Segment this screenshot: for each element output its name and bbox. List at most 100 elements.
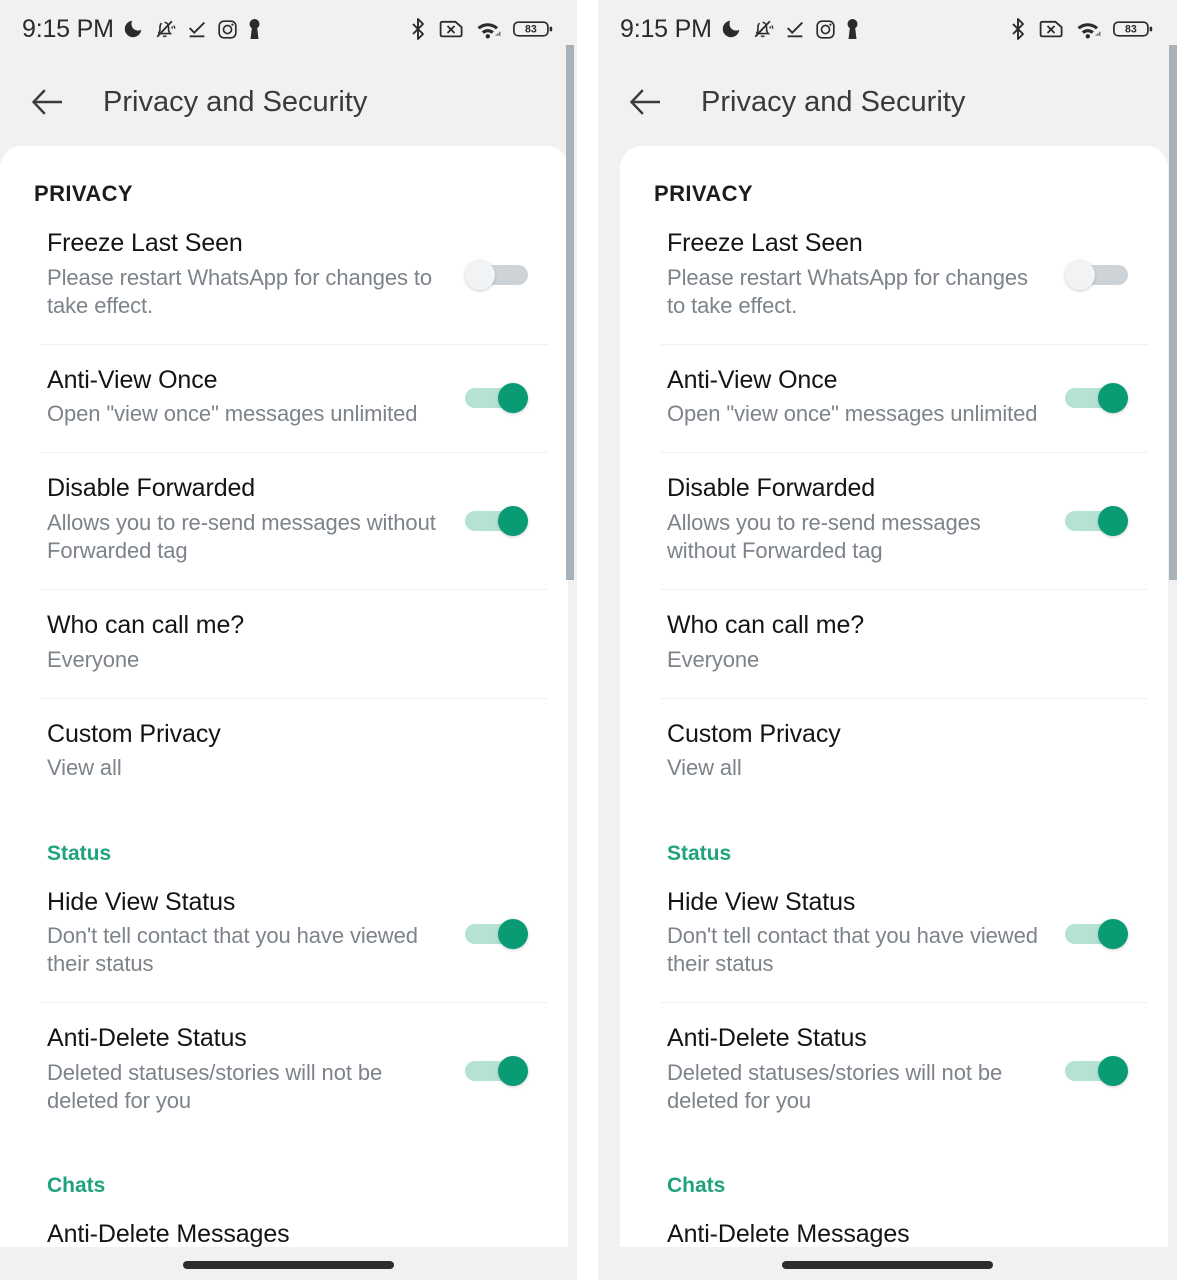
groups-container: Status Hide View Status Don't tell contact… — [620, 807, 1168, 1247]
settings-row[interactable]: Hide View Status Don't tell contact that … — [620, 866, 1168, 1003]
settings-row-subtitle: Deleted statuses/stories will not be del… — [667, 1059, 1003, 1114]
groups-container: Status Hide View Status Don't tell contact… — [0, 807, 568, 1247]
instagram-icon — [218, 19, 237, 39]
wifi-icon — [477, 23, 501, 39]
settings-row-title: Anti-Delete Messages — [667, 1220, 910, 1247]
system-navigation-bar — [598, 1247, 1177, 1280]
privacy-rows-container: Freeze Last Seen Please restart WhatsApp … — [620, 207, 1168, 807]
mute-bell-icon — [156, 20, 176, 38]
back-arrow-icon — [31, 89, 62, 115]
check-download-icon — [786, 21, 803, 38]
status-bar-clock: 9:15 PM — [620, 14, 712, 43]
settings-row-title: Disable Forwarded — [667, 474, 876, 503]
settings-row-toggle[interactable] — [465, 1055, 528, 1086]
settings-row-title: Freeze Last Seen — [667, 229, 863, 257]
settings-row-text: Hide View Status Don't tell contact that … — [47, 866, 453, 1003]
battery-icon: 83 — [513, 21, 553, 37]
settings-row-title: Custom Privacy — [47, 719, 221, 748]
vertical-scrollbar[interactable] — [566, 45, 574, 580]
home-indicator[interactable] — [183, 1261, 394, 1269]
status-bar: 9:15 PM 83 — [0, 0, 577, 58]
settings-row[interactable]: Anti-Delete MessagesOther people cannot … — [0, 1198, 568, 1247]
settings-row-text: Who can call me? Everyone — [667, 589, 1053, 698]
screenshot-separator — [577, 0, 598, 1280]
settings-row-text: Anti-Delete MessagesOther people cannot … — [667, 1198, 1053, 1247]
toggle-knob — [498, 383, 528, 414]
settings-row[interactable]: Hide View Status Don't tell contact that … — [0, 866, 568, 1003]
status-bar-right: 83 — [409, 17, 555, 41]
settings-row-toggle[interactable] — [465, 260, 528, 291]
settings-row[interactable]: Freeze Last Seen Please restart WhatsApp … — [620, 207, 1168, 344]
battery-icon: 83 — [1113, 21, 1153, 37]
back-arrow-icon — [629, 89, 660, 115]
settings-row-subtitle: Don't tell contact that you have viewed … — [667, 923, 1038, 977]
settings-row-text: Hide View Status Don't tell contact that … — [667, 866, 1053, 1003]
dnd-moon-icon — [722, 20, 739, 38]
settings-row[interactable]: Anti-Delete Status Deleted statuses/stori… — [0, 1002, 568, 1139]
back-button[interactable] — [622, 78, 670, 126]
mute-bell-icon — [754, 20, 774, 38]
settings-card: PRIVACY Freeze Last Seen Please restart W… — [0, 146, 568, 1247]
settings-row-title: Anti-Delete Status — [47, 1024, 247, 1053]
settings-row-text: Anti-Delete MessagesOther people cannot … — [47, 1198, 453, 1247]
settings-row[interactable]: Anti-Delete MessagesOther people cannot … — [620, 1198, 1168, 1247]
section-header-privacy: PRIVACY — [654, 181, 753, 206]
wifi-icon — [1077, 23, 1101, 39]
settings-row-toggle[interactable] — [1065, 1055, 1128, 1086]
settings-row-text: Freeze Last Seen Please restart WhatsApp … — [47, 207, 453, 344]
instagram-icon — [816, 19, 835, 39]
status-bar-left: 9:15 PM — [620, 15, 860, 44]
toggle-knob — [1098, 505, 1128, 536]
group-header-chats: Chats — [47, 1174, 106, 1198]
settings-row-text: Freeze Last Seen Please restart WhatsApp … — [667, 207, 1053, 344]
settings-row-title: Custom Privacy — [667, 719, 841, 748]
bluetooth-icon — [412, 18, 424, 40]
group-header-chats: Chats — [667, 1174, 726, 1198]
settings-row-title: Anti-Delete Status — [667, 1024, 867, 1053]
settings-row[interactable]: Who can call me? Everyone — [620, 589, 1168, 698]
settings-row[interactable]: Anti-View Once Open "view once" messages … — [620, 343, 1168, 453]
settings-row-toggle[interactable] — [1065, 383, 1128, 414]
toggle-knob — [498, 505, 528, 536]
settings-row-toggle[interactable] — [1065, 260, 1128, 291]
system-navigation-bar — [0, 1247, 577, 1280]
home-indicator[interactable] — [782, 1261, 993, 1269]
settings-row[interactable]: Who can call me? Everyone — [0, 589, 568, 698]
settings-row-title: Who can call me? — [667, 611, 865, 640]
settings-row[interactable]: Anti-View Once Open "view once" messages … — [0, 343, 568, 453]
settings-row-text: Anti-View Once Open "view once" messages … — [667, 344, 1053, 453]
settings-row-subtitle: Please restart WhatsApp for changes to t… — [47, 264, 433, 318]
settings-row-toggle[interactable] — [465, 505, 528, 536]
settings-row-subtitle: Don't tell contact that you have viewed … — [47, 923, 418, 977]
settings-row[interactable]: Disable Forwarded Allows you to re-send m… — [0, 452, 568, 589]
settings-row-title: Freeze Last Seen — [47, 229, 243, 257]
settings-row-title: Anti-View Once — [667, 365, 838, 394]
settings-row[interactable]: Anti-Delete Status Deleted statuses/stori… — [620, 1002, 1168, 1139]
settings-row-subtitle: Open "view once" messages unlimited — [47, 401, 418, 427]
toggle-knob — [498, 919, 528, 949]
settings-row-subtitle: View all — [47, 755, 122, 781]
settings-row[interactable]: Custom Privacy View all — [0, 697, 568, 807]
settings-row-subtitle: Allows you to re-send messages without F… — [667, 509, 981, 564]
app-bar: Privacy and Security — [0, 58, 577, 146]
toggle-knob — [498, 1055, 528, 1086]
settings-row-toggle[interactable] — [1065, 505, 1128, 536]
settings-row[interactable]: Freeze Last Seen Please restart WhatsApp … — [0, 207, 568, 344]
settings-row-toggle[interactable] — [1065, 919, 1128, 949]
settings-list: PRIVACY Freeze Last Seen Please restart W… — [0, 146, 568, 1247]
back-button[interactable] — [24, 78, 72, 126]
settings-row-toggle[interactable] — [465, 383, 528, 414]
status-bar-clock: 9:15 PM — [22, 14, 114, 43]
toggle-knob — [1098, 383, 1128, 414]
settings-row-title: Hide View Status — [47, 887, 236, 916]
dnd-moon-icon — [124, 20, 141, 38]
settings-row-title: Hide View Status — [667, 887, 856, 916]
settings-row-subtitle: Everyone — [47, 646, 140, 672]
settings-row[interactable]: Custom Privacy View all — [620, 697, 1168, 807]
status-bar-left: 9:15 PM — [22, 15, 262, 44]
settings-row-text: Custom Privacy View all — [667, 698, 1053, 807]
vertical-scrollbar[interactable] — [1169, 45, 1177, 580]
settings-row-title: Who can call me? — [47, 611, 245, 640]
settings-row[interactable]: Disable Forwarded Allows you to re-send m… — [620, 452, 1168, 589]
settings-row-toggle[interactable] — [465, 919, 528, 949]
